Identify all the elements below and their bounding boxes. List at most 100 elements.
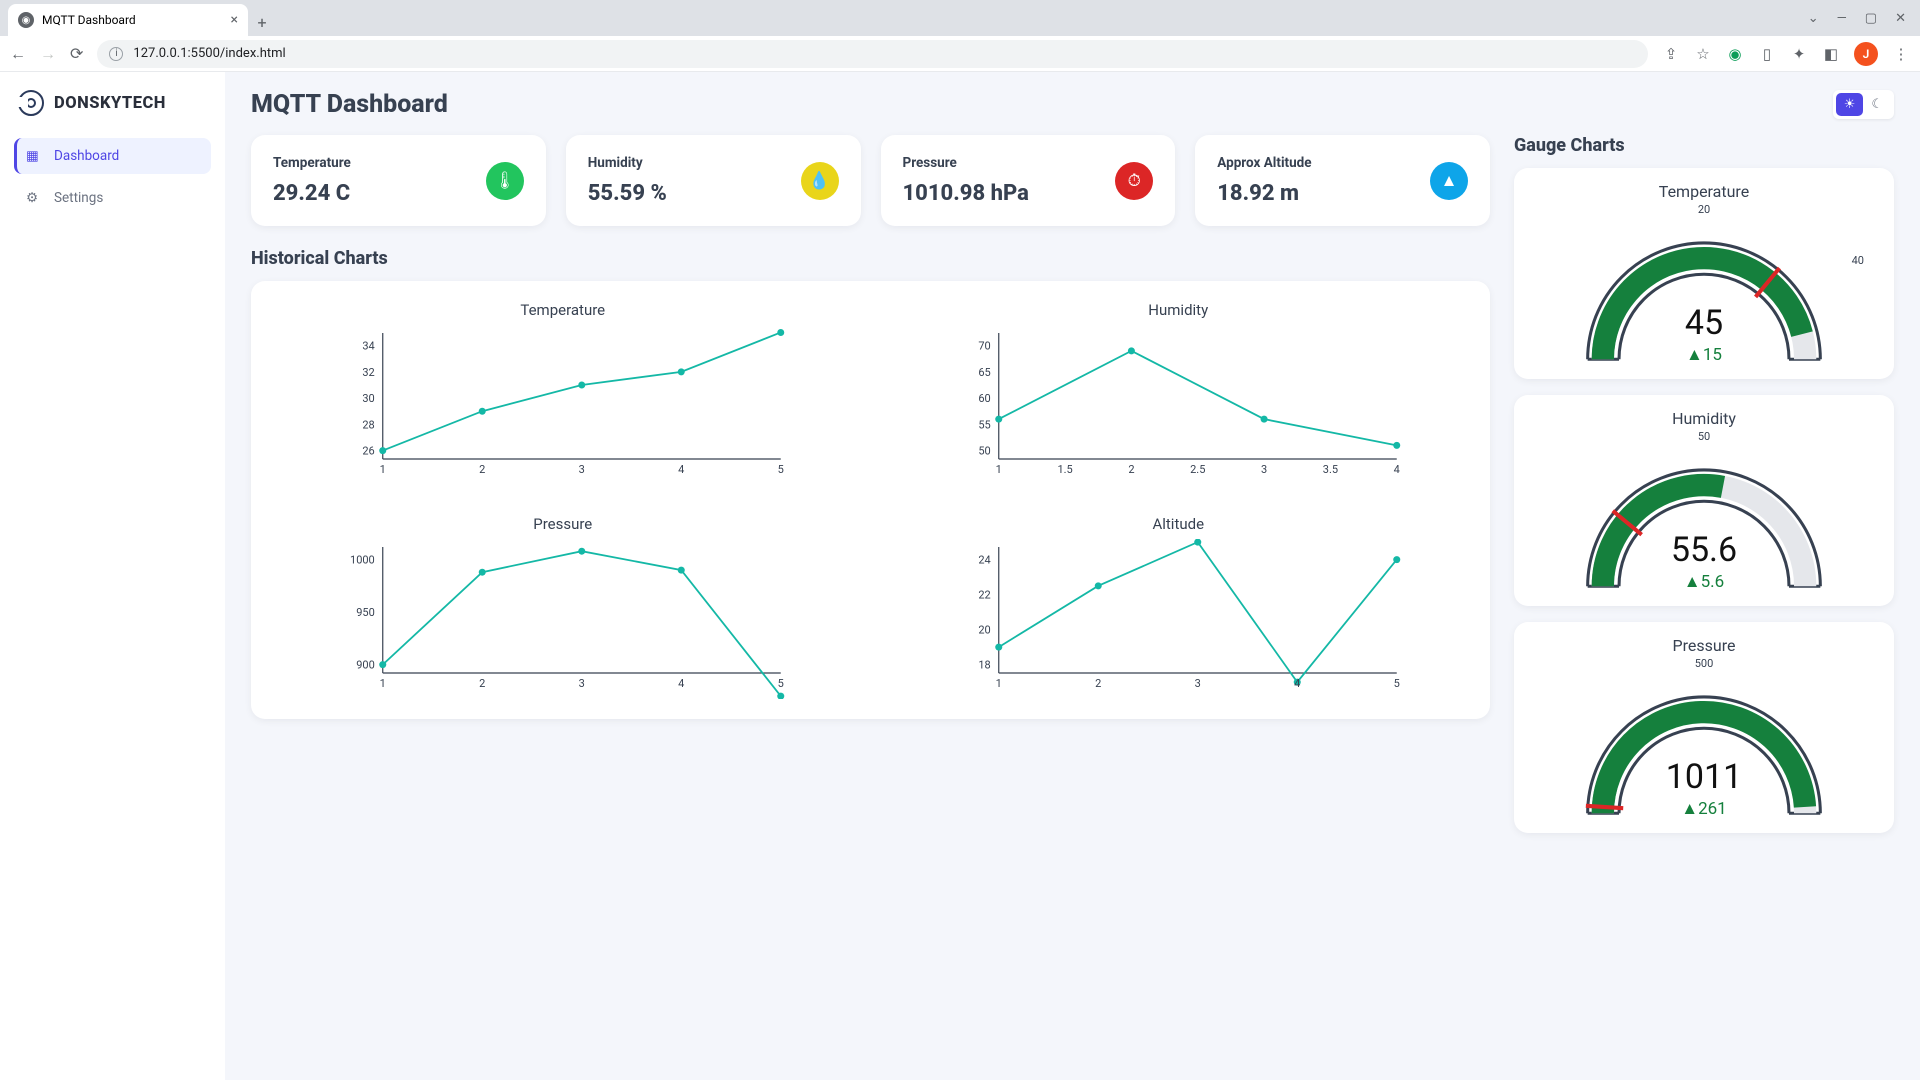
droplet-icon: 💧 xyxy=(801,162,839,200)
sidebar-item-dashboard[interactable]: ▦ Dashboard xyxy=(14,138,211,174)
share-icon[interactable]: ⇪ xyxy=(1662,45,1680,63)
svg-text:65: 65 xyxy=(978,366,990,379)
chart-pressure: Pressure 123459009501000 xyxy=(275,515,851,699)
stat-value: 18.92 m xyxy=(1217,181,1311,206)
theme-light-icon[interactable]: ☀ xyxy=(1836,93,1864,116)
chart-title: Altitude xyxy=(891,515,1467,533)
svg-text:2.5: 2.5 xyxy=(1190,463,1205,476)
extensions-icon[interactable]: ✦ xyxy=(1790,45,1808,63)
stat-label: Humidity xyxy=(588,155,667,171)
svg-text:4: 4 xyxy=(1393,463,1399,476)
brand: DONSKYTECH xyxy=(0,90,225,138)
gauge-tick-label: 20 xyxy=(1532,203,1876,216)
browser-tab-strip: ◉ MQTT Dashboard × + ⌄ — ▢ ✕ xyxy=(0,0,1920,36)
close-window-icon[interactable]: ✕ xyxy=(1895,11,1906,26)
profile-avatar[interactable]: J xyxy=(1854,42,1878,66)
chart-title: Humidity xyxy=(891,301,1467,319)
svg-text:70: 70 xyxy=(978,340,990,353)
back-button[interactable]: ← xyxy=(10,44,26,64)
stat-card-approx-altitude: Approx Altitude18.92 m▲ xyxy=(1195,135,1490,226)
svg-text:32: 32 xyxy=(362,366,374,379)
historical-title: Historical Charts xyxy=(251,248,1490,269)
gauge-tick-label: 40 xyxy=(1852,254,1864,267)
svg-text:1: 1 xyxy=(995,463,1001,476)
stat-card-humidity: Humidity55.59 %💧 xyxy=(566,135,861,226)
url-input[interactable]: i 127.0.0.1:5500/index.html xyxy=(97,40,1648,68)
svg-text:1: 1 xyxy=(380,677,386,690)
device-icon[interactable]: ▯ xyxy=(1758,45,1776,63)
svg-text:5: 5 xyxy=(778,463,784,476)
gauge-title: Pressure xyxy=(1532,636,1876,655)
svg-text:1: 1 xyxy=(380,463,386,476)
page-title: MQTT Dashboard xyxy=(251,90,448,119)
chart-humidity: Humidity 1 1.5 2 2.5 3 3.5 4 50 55 60 65 70 xyxy=(891,301,1467,485)
thermometer-icon: 🌡 xyxy=(486,162,524,200)
gauge-temperature: Temperature 20 40 45 ▲15 xyxy=(1514,168,1894,379)
chart-title: Temperature xyxy=(275,301,851,319)
svg-text:28: 28 xyxy=(362,418,374,431)
gauge-delta: ▲261 xyxy=(1532,799,1876,819)
gauge-title: Humidity xyxy=(1532,409,1876,428)
mountain-icon: ▲ xyxy=(1430,162,1468,200)
stat-label: Pressure xyxy=(903,155,1029,171)
extension-icon[interactable]: ◉ xyxy=(1726,45,1744,63)
svg-text:30: 30 xyxy=(362,392,374,405)
tab-title: MQTT Dashboard xyxy=(42,13,136,27)
grid-icon: ▦ xyxy=(26,148,42,164)
svg-text:50: 50 xyxy=(978,445,990,458)
chart-altitude: Altitude 1234518202224 xyxy=(891,515,1467,699)
minimize-icon[interactable]: — xyxy=(1837,11,1847,26)
tab-close-icon[interactable]: × xyxy=(231,12,238,28)
sidebar-item-label: Settings xyxy=(54,190,103,206)
gauge-value: 45 xyxy=(1532,303,1876,343)
new-tab-button[interactable]: + xyxy=(248,8,276,36)
gauge-pressure: Pressure 500 1011 ▲261 xyxy=(1514,622,1894,833)
brand-text: DONSKYTECH xyxy=(54,94,166,113)
menu-icon[interactable]: ⋮ xyxy=(1892,45,1910,63)
svg-text:60: 60 xyxy=(978,392,990,405)
svg-text:1.5: 1.5 xyxy=(1057,463,1072,476)
svg-text:4: 4 xyxy=(678,677,684,690)
svg-text:3: 3 xyxy=(1260,463,1266,476)
sidebar-item-settings[interactable]: ⚙Settings xyxy=(14,180,211,216)
svg-text:3: 3 xyxy=(1194,677,1200,690)
svg-text:950: 950 xyxy=(356,606,375,619)
chevron-down-icon[interactable]: ⌄ xyxy=(1808,11,1819,26)
svg-text:3: 3 xyxy=(579,677,585,690)
svg-text:900: 900 xyxy=(356,659,375,672)
forward-button[interactable]: → xyxy=(40,44,56,64)
gauge-title: Temperature xyxy=(1532,182,1876,201)
sidebar: DONSKYTECH ▦ Dashboard ⚙Settings xyxy=(0,72,225,1080)
gauge-icon: ⏱ xyxy=(1115,162,1153,200)
brand-logo-icon xyxy=(18,90,44,116)
browser-tab[interactable]: ◉ MQTT Dashboard × xyxy=(8,4,248,36)
theme-dark-icon[interactable]: ☾ xyxy=(1863,93,1891,116)
stat-value: 29.24 C xyxy=(273,181,351,206)
chart-title: Pressure xyxy=(275,515,851,533)
tab-favicon: ◉ xyxy=(18,12,34,28)
site-info-icon[interactable]: i xyxy=(109,47,123,61)
stat-value: 1010.98 hPa xyxy=(903,181,1029,206)
theme-toggle[interactable]: ☀ ☾ xyxy=(1833,90,1894,119)
svg-text:1: 1 xyxy=(995,677,1001,690)
gauge-value: 55.6 xyxy=(1532,530,1876,570)
svg-text:2: 2 xyxy=(1128,463,1134,476)
gauge-delta: ▲15 xyxy=(1532,345,1876,365)
url-text: 127.0.0.1:5500/index.html xyxy=(133,46,285,61)
svg-text:5: 5 xyxy=(1393,677,1399,690)
svg-text:24: 24 xyxy=(978,554,990,567)
svg-text:55: 55 xyxy=(978,418,990,431)
reload-button[interactable]: ⟳ xyxy=(70,44,83,63)
maximize-icon[interactable]: ▢ xyxy=(1865,11,1877,26)
side-panel-icon[interactable]: ◧ xyxy=(1822,45,1840,63)
svg-text:5: 5 xyxy=(778,677,784,690)
svg-text:3.5: 3.5 xyxy=(1322,463,1337,476)
stat-label: Temperature xyxy=(273,155,351,171)
svg-text:26: 26 xyxy=(362,445,374,458)
sidebar-item-label: Dashboard xyxy=(54,148,119,164)
gauge-section-title: Gauge Charts xyxy=(1514,135,1894,156)
svg-text:2: 2 xyxy=(1095,677,1101,690)
bookmark-icon[interactable]: ☆ xyxy=(1694,45,1712,63)
svg-text:2: 2 xyxy=(479,463,485,476)
svg-text:18: 18 xyxy=(978,659,990,672)
